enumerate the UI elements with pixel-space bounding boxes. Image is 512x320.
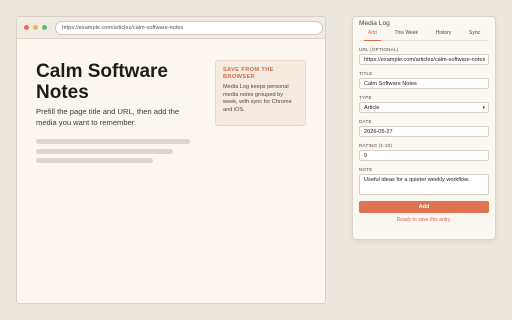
date-label: Date xyxy=(359,119,372,124)
tab-this-week[interactable]: This Week xyxy=(394,30,418,40)
status-message: Ready to save this entry. xyxy=(396,217,452,223)
address-bar[interactable]: https://example.com/articles/calm-softwa… xyxy=(55,20,323,35)
maximize-window-icon[interactable] xyxy=(42,25,47,30)
minimize-window-icon[interactable] xyxy=(33,25,38,30)
rating-field[interactable]: 9 xyxy=(359,150,489,161)
title-field[interactable]: Calm Software Notes xyxy=(359,78,489,89)
url-field[interactable]: https://example.com/articles/calm-softwa… xyxy=(359,54,489,65)
type-select-value: Article xyxy=(364,104,380,111)
tab-add[interactable]: Add xyxy=(363,30,381,41)
page-title: Calm Software Notes xyxy=(36,61,168,103)
placeholder-line xyxy=(36,158,153,163)
close-window-icon[interactable] xyxy=(24,25,29,30)
add-button[interactable]: Add xyxy=(359,201,489,213)
placeholder-line xyxy=(36,139,190,144)
page-subtitle: Prefill the page title and URL, then add… xyxy=(36,107,180,127)
type-select[interactable]: Article ▾ xyxy=(359,102,489,113)
browser-window: https://example.com/articles/calm-softwa… xyxy=(16,16,326,304)
date-field[interactable]: 2026-05-27 xyxy=(359,126,489,137)
browser-toolbar: https://example.com/articles/calm-softwa… xyxy=(17,17,325,39)
tab-history[interactable]: History xyxy=(436,30,452,40)
callout-heading: Save from the browser xyxy=(223,67,274,80)
note-field[interactable]: Useful ideas for a quieter weekly workfl… xyxy=(359,174,489,195)
info-callout: Save from the browser Media Log keeps pe… xyxy=(215,60,306,126)
popup-tabs: Add This Week History Sync xyxy=(359,30,489,41)
placeholder-line xyxy=(36,149,173,154)
type-label: Type xyxy=(359,95,372,100)
title-label: Title xyxy=(359,71,373,76)
rating-label: Rating (1-10) xyxy=(359,143,393,148)
popup-title: Media Log xyxy=(359,20,390,27)
chevron-down-icon: ▾ xyxy=(482,104,485,111)
extension-popup: Media Log Add This Week History Sync URL… xyxy=(352,16,496,240)
note-label: Note xyxy=(359,167,373,172)
tab-sync[interactable]: Sync xyxy=(469,30,480,40)
callout-body: Media Log keeps personal media notes gro… xyxy=(223,84,292,113)
url-label: URL (optional) xyxy=(359,47,399,52)
